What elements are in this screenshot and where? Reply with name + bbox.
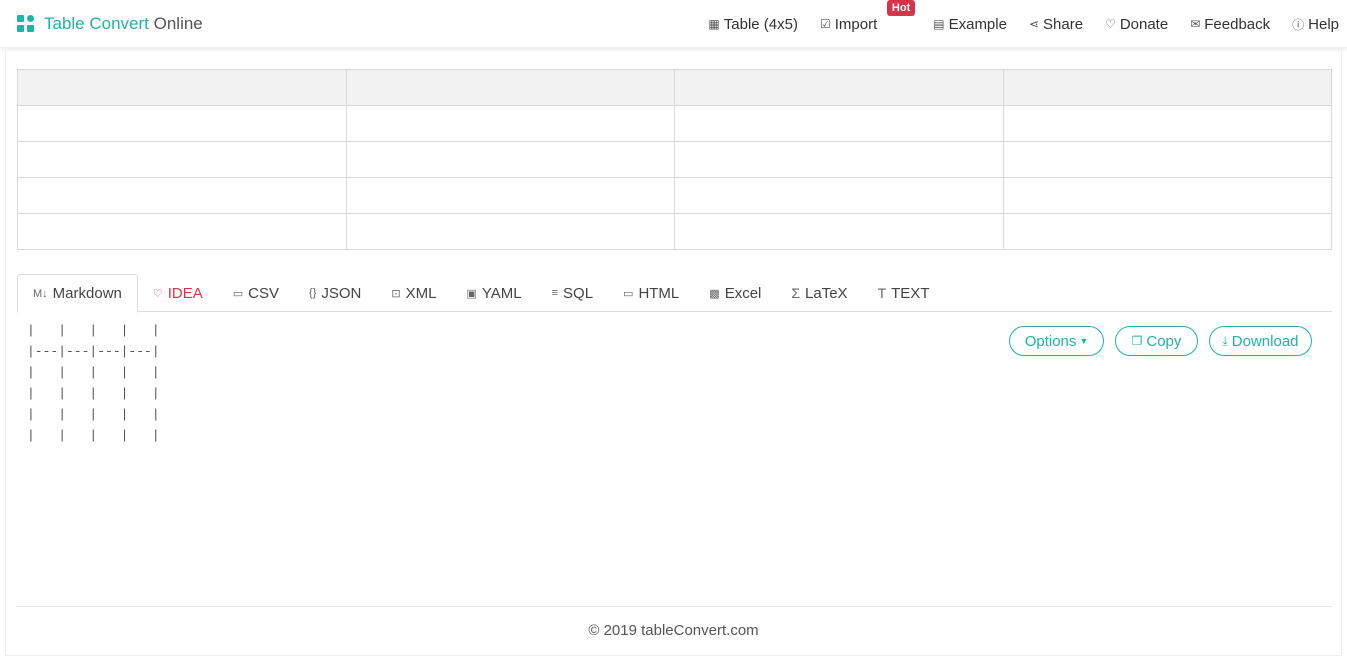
tab-label: IDEA	[167, 284, 203, 302]
tab-idea[interactable]: ♡ IDEA	[138, 274, 218, 312]
xml-icon: ⊡	[391, 287, 401, 300]
table-cell[interactable]	[345, 177, 675, 214]
tab-label: YAML	[481, 284, 522, 302]
table-row	[17, 177, 1332, 214]
tab-xml[interactable]: ⊡ XML	[376, 274, 451, 312]
tab-label: CSV	[248, 284, 280, 302]
table-cell[interactable]	[674, 105, 1004, 142]
table-cell[interactable]	[674, 213, 1004, 250]
database-icon: ≡	[551, 287, 559, 299]
brand-name: Table Convert Online	[44, 14, 203, 33]
table-cell[interactable]	[17, 141, 347, 178]
tab-json[interactable]: {} JSON	[294, 274, 376, 312]
tab-label: XML	[405, 284, 437, 302]
hot-badge: Hot	[886, 0, 916, 16]
markdown-output[interactable]: | | | | | |---|---|---|---| | | | | | | …	[27, 320, 160, 446]
share-icon: ⋖	[1028, 17, 1040, 31]
options-button[interactable]: Options ▼	[1009, 326, 1104, 356]
table-cell[interactable]	[1002, 213, 1332, 250]
nav-donate[interactable]: ♡ Donate	[1105, 16, 1168, 33]
table-cell[interactable]	[17, 105, 347, 142]
tab-html[interactable]: ▭ HTML	[608, 274, 694, 312]
tab-label: SQL	[563, 284, 594, 302]
tab-label: HTML	[638, 284, 680, 302]
table-cell[interactable]	[17, 213, 347, 250]
table-row	[17, 141, 1332, 178]
table-cell[interactable]	[345, 141, 675, 178]
nav-help[interactable]: ⓘ Help	[1292, 16, 1339, 33]
tab-csv[interactable]: ▭ CSV	[218, 274, 294, 312]
copy-button[interactable]: ❐ Copy	[1115, 326, 1198, 356]
tab-latex[interactable]: Σ LaTeX	[776, 274, 862, 312]
table-cell[interactable]	[1002, 105, 1332, 142]
download-icon: ⤓	[1222, 333, 1228, 348]
logo-icon	[17, 15, 35, 33]
footer: © 2019 tableConvert.com	[588, 622, 759, 639]
text-icon: T	[877, 285, 887, 301]
excel-icon: ▩	[709, 287, 720, 300]
csv-icon: ▭	[232, 287, 244, 300]
table-header-row	[17, 69, 1332, 106]
html-icon: ▭	[623, 287, 634, 300]
yaml-icon: ▣	[466, 287, 477, 300]
table-cell[interactable]	[345, 213, 675, 250]
table-row	[17, 105, 1332, 142]
download-button[interactable]: ⤓ Download	[1209, 326, 1312, 356]
sigma-icon: Σ	[791, 285, 801, 301]
brand-link[interactable]: Table Convert Online	[17, 12, 203, 36]
table-cell[interactable]	[1002, 141, 1332, 178]
caret-down-icon: ▼	[1079, 336, 1089, 346]
nav-import[interactable]: ☑ Import Hot	[819, 0, 916, 33]
tab-text[interactable]: T TEXT	[863, 274, 945, 312]
table-cell[interactable]	[674, 141, 1004, 178]
table-icon: ▦	[708, 17, 720, 31]
editable-table	[17, 69, 1332, 250]
table-cell[interactable]	[17, 69, 347, 106]
tab-label: TEXT	[891, 284, 930, 302]
table-cell[interactable]	[1002, 177, 1332, 214]
tab-label: Excel	[724, 284, 762, 302]
tab-label: JSON	[321, 284, 362, 302]
table-cell[interactable]	[17, 177, 347, 214]
json-icon: {}	[309, 287, 317, 299]
help-icon: ⓘ	[1292, 17, 1305, 32]
tab-excel[interactable]: ▩ Excel	[694, 274, 776, 312]
footer-divider	[17, 606, 1332, 607]
table-cell[interactable]	[345, 69, 675, 106]
tab-sql[interactable]: ≡ SQL	[537, 274, 608, 312]
top-nav: ▦ Table (4x5) ☑ Import Hot ▤ Example ⋖ Share …	[686, 0, 1339, 48]
markdown-icon: M↓	[33, 287, 48, 300]
nav-feedback[interactable]: ✉ Feedback	[1190, 16, 1270, 33]
table-cell[interactable]	[345, 105, 675, 142]
tab-label: Markdown	[52, 285, 122, 302]
table-cell[interactable]	[674, 177, 1004, 214]
format-tabs: M↓ Markdown ♡ IDEA ▭ CSV {} JSON ⊡ XML ▣ YAML ≡ SQL ▭ H…	[17, 274, 1332, 313]
donate-icon: ♡	[1105, 17, 1116, 31]
nav-table[interactable]: ▦ Table (4x5)	[708, 16, 798, 33]
example-icon: ▤	[933, 17, 945, 31]
tab-markdown[interactable]: M↓ Markdown	[17, 274, 138, 313]
tab-label: LaTeX	[805, 284, 848, 302]
copy-icon: ❐	[1131, 334, 1143, 348]
nav-example[interactable]: ▤ Example	[933, 16, 1007, 33]
nav-share[interactable]: ⋖ Share	[1029, 16, 1083, 33]
bulb-icon: ♡	[152, 287, 163, 300]
mail-icon: ✉	[1190, 17, 1201, 31]
top-navbar: Table Convert Online ▦ Table (4x5) ☑ Impor…	[0, 0, 1347, 48]
table-cell[interactable]	[1002, 69, 1332, 106]
table-row	[17, 213, 1332, 250]
tab-yaml[interactable]: ▣ YAML	[451, 274, 536, 312]
table-cell[interactable]	[674, 69, 1004, 106]
import-icon: ☑	[819, 17, 831, 31]
